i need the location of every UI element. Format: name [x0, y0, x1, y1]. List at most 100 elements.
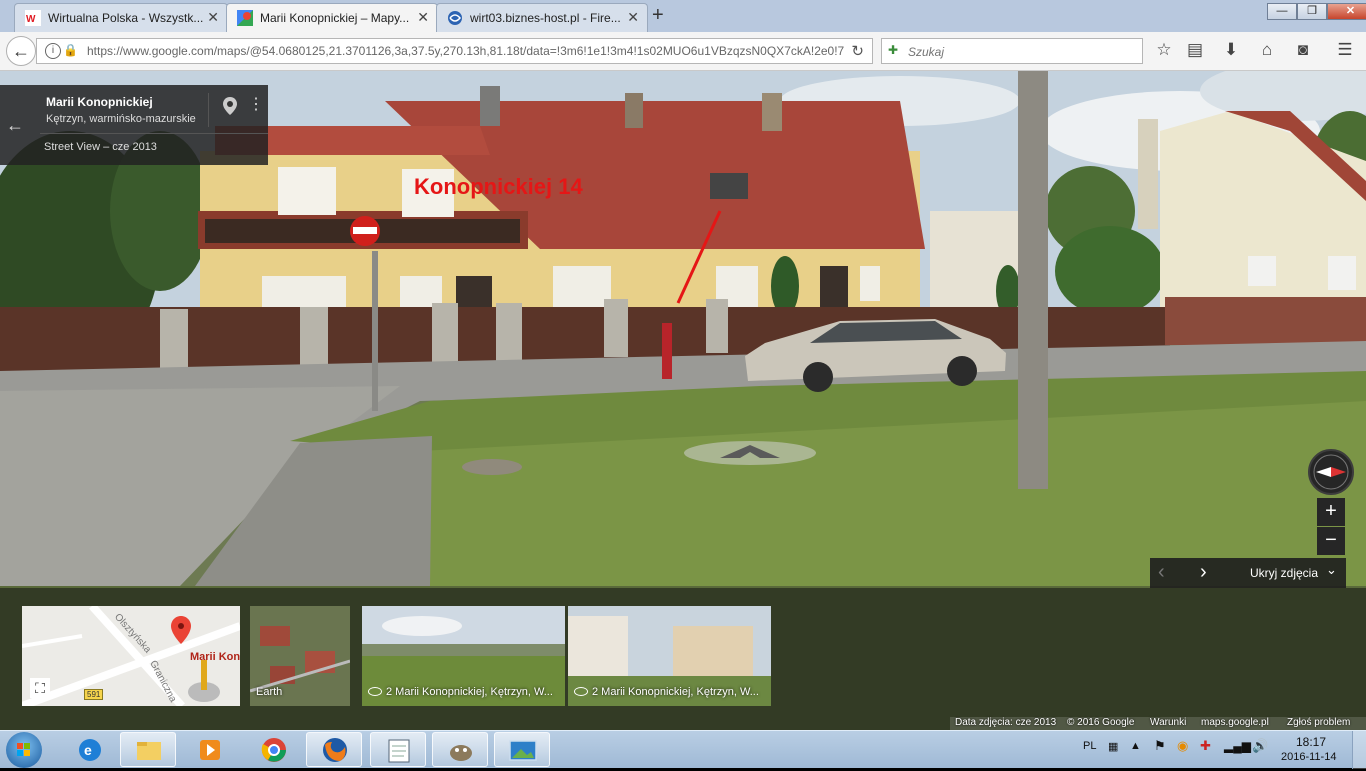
back-arrow-icon[interactable]: ←: [6, 115, 24, 136]
action-center-flag-icon[interactable]: ⚑: [1154, 738, 1166, 754]
svg-text:W: W: [26, 14, 36, 25]
tab-wirtualna-polska[interactable]: W Wirtualna Polska - Wszystk... ✕: [14, 3, 228, 32]
keyboard-icon[interactable]: ▦: [1108, 740, 1118, 753]
zoom-in-button[interactable]: +: [1317, 498, 1345, 526]
hide-photos-button[interactable]: Ukryj zdjęcia: [1250, 566, 1318, 580]
tab-close-icon[interactable]: ✕: [627, 9, 639, 26]
minimize-button[interactable]: —: [1267, 3, 1297, 20]
svg-text:e: e: [84, 742, 92, 758]
clock-date[interactable]: 2016-11-14: [1281, 751, 1336, 763]
tray-app-icon[interactable]: ◉: [1177, 738, 1188, 754]
expand-icon[interactable]: ⛶: [30, 678, 50, 698]
globe-icon: [447, 10, 463, 26]
back-button[interactable]: ←: [6, 36, 36, 66]
tab-title: Marii Konopnickiej – Mapy...: [260, 11, 410, 25]
search-engine-icon[interactable]: ✚: [888, 43, 898, 57]
navigation-toolbar: ← i 🔒 https://www.google.com/maps/@54.06…: [0, 32, 1366, 71]
photo-viewer-icon: [509, 740, 537, 761]
windows-logo-icon: [17, 743, 30, 756]
volume-icon[interactable]: 🔊: [1252, 738, 1268, 754]
address-bar[interactable]: i 🔒 https://www.google.com/maps/@54.0680…: [36, 38, 873, 64]
search-box[interactable]: ✚: [881, 38, 1143, 64]
location-card: ← Marii Konopnickiej Kętrzyn, warmińsko-…: [0, 85, 268, 165]
copyright: © 2016 Google: [1067, 717, 1135, 728]
notepad-icon: [388, 739, 410, 763]
report-problem-link[interactable]: Zgłoś problem: [1287, 717, 1350, 728]
tab-title: wirt03.biznes-host.pl - Fire...: [470, 11, 621, 25]
zoom-out-button[interactable]: −: [1317, 527, 1345, 555]
pocket-icon[interactable]: ◙: [1292, 40, 1314, 60]
thumbnail-label: Earth: [256, 686, 283, 698]
thumbnail-text: 2 Marii Konopnickiej, Kętrzyn, W...: [386, 686, 553, 698]
tab-close-icon[interactable]: ✕: [417, 9, 429, 26]
network-signal-icon[interactable]: ▂▄▆: [1224, 739, 1251, 753]
gimp-icon: [450, 745, 472, 761]
street-view-date: Street View – cze 2013: [44, 141, 157, 153]
taskbar-firefox[interactable]: [306, 732, 362, 767]
start-button[interactable]: [6, 732, 42, 768]
media-player-icon: [200, 740, 220, 760]
taskbar-chrome[interactable]: [246, 732, 302, 767]
taskbar-notepad[interactable]: [370, 732, 426, 767]
maximize-button[interactable]: ❐: [1297, 3, 1327, 20]
bookmark-star-icon[interactable]: ☆: [1153, 40, 1175, 60]
image-date: Data zdjęcia: cze 2013: [955, 717, 1057, 728]
folder-icon: [137, 742, 161, 760]
taskbar-photo-viewer[interactable]: [494, 732, 550, 767]
taskbar-explorer[interactable]: [120, 732, 176, 767]
tab-strip: W Wirtualna Polska - Wszystk... ✕ Marii …: [0, 0, 1366, 32]
reload-icon[interactable]: ↻: [851, 42, 864, 60]
mini-map[interactable]: Olsztyńska Graniczna Marii Kon 591 ⛶: [22, 606, 240, 706]
thumbnail-label: 2 Marii Konopnickiej, Kętrzyn, W...: [574, 686, 759, 698]
download-icon[interactable]: ⬇: [1220, 40, 1242, 60]
show-hidden-icons-icon[interactable]: ▲: [1130, 740, 1141, 752]
google-maps-icon: [237, 10, 253, 26]
show-desktop-button[interactable]: [1352, 731, 1366, 769]
street-annotation-label: Konopnickiej 14: [414, 174, 583, 199]
prev-photo-button[interactable]: ‹: [1158, 561, 1165, 584]
thumbnail-label: 2 Marii Konopnickiej, Kętrzyn, W...: [368, 686, 553, 698]
thumbnail-text: 2 Marii Konopnickiej, Kętrzyn, W...: [592, 686, 759, 698]
location-title: Marii Konopnickiej: [46, 95, 153, 109]
more-vertical-icon[interactable]: ⋮: [248, 97, 264, 113]
location-subtitle: Kętrzyn, warmińsko-mazurskie: [46, 113, 196, 125]
menu-icon[interactable]: ☰: [1334, 40, 1356, 60]
photo-filmstrip: Olsztyńska Graniczna Marii Kon 591 ⛶ Ear…: [0, 588, 1366, 730]
clock-time[interactable]: 18:17: [1296, 735, 1326, 749]
card-separator: [40, 133, 268, 134]
taskbar-media-player[interactable]: [182, 732, 238, 767]
terms-link[interactable]: Warunki: [1150, 717, 1186, 728]
street-view-panorama[interactable]: Konopnickiej 14 ← Marii Konopnickiej Kęt…: [0, 71, 1366, 730]
photo-thumbnail[interactable]: 2 Marii Konopnickiej, Kętrzyn, W...: [568, 606, 771, 706]
domain-link[interactable]: maps.google.pl: [1201, 717, 1269, 728]
chevron-down-icon[interactable]: ⌄: [1326, 562, 1337, 578]
firefox-icon: [323, 738, 347, 762]
info-icon[interactable]: i: [45, 43, 61, 59]
wp-logo-icon: W: [25, 10, 41, 26]
new-tab-button[interactable]: +: [652, 4, 664, 26]
map-place-label: Marii Kon: [190, 651, 240, 663]
taskbar-gimp[interactable]: [432, 732, 488, 767]
panorama-icon: [574, 687, 588, 696]
compass-control[interactable]: [1308, 449, 1354, 495]
search-input[interactable]: [906, 42, 1135, 62]
next-photo-button[interactable]: ›: [1200, 561, 1207, 584]
language-indicator[interactable]: PL: [1083, 740, 1096, 752]
security-icon[interactable]: ✚: [1200, 738, 1211, 754]
card-divider: [208, 93, 209, 127]
tab-biznes-host[interactable]: wirt03.biznes-host.pl - Fire... ✕: [436, 3, 648, 32]
url-text[interactable]: https://www.google.com/maps/@54.0680125,…: [87, 44, 847, 58]
tab-close-icon[interactable]: ✕: [207, 9, 219, 26]
tab-google-maps[interactable]: Marii Konopnickiej – Mapy... ✕: [226, 3, 438, 32]
road-number-badge: 591: [84, 689, 104, 700]
chrome-icon: [261, 738, 286, 762]
home-icon[interactable]: ⌂: [1256, 40, 1278, 60]
lock-icon[interactable]: 🔒: [63, 43, 78, 57]
photo-thumbnail[interactable]: 2 Marii Konopnickiej, Kętrzyn, W...: [362, 606, 565, 706]
map-pin-icon[interactable]: [223, 97, 237, 115]
map-footer: Data zdjęcia: cze 2013 © 2016 Google War…: [950, 717, 1366, 730]
taskbar-internet-explorer[interactable]: e: [62, 732, 118, 767]
close-window-button[interactable]: ✕: [1327, 3, 1366, 20]
earth-thumbnail[interactable]: Earth: [250, 606, 350, 706]
reading-list-icon[interactable]: ▤: [1184, 40, 1206, 60]
